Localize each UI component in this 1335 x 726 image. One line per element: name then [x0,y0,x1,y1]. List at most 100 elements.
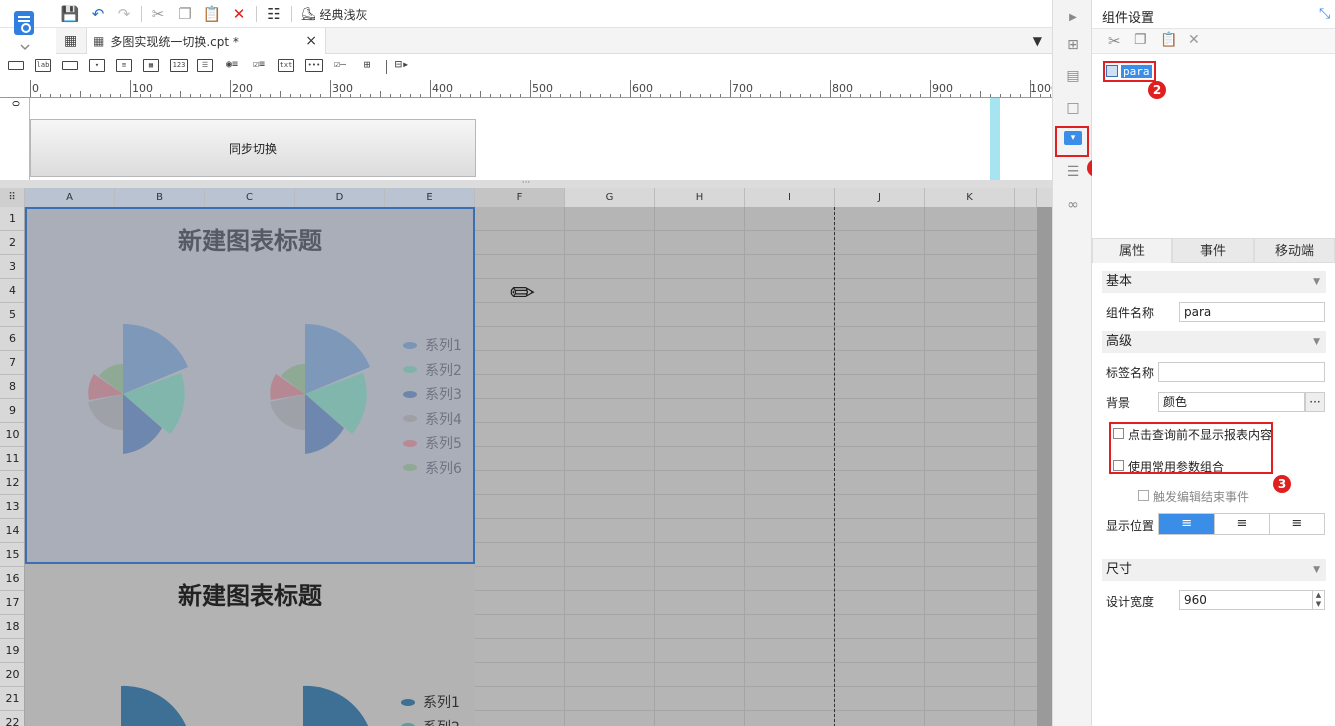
row-header-cell[interactable]: 14 [0,519,25,543]
number-icon[interactable]: 123 [170,59,188,72]
column-header-cell[interactable]: K [925,188,1015,207]
more-widgets-icon[interactable]: ⊟▸ [394,58,410,72]
section-size[interactable]: 尺寸 ▼ [1102,559,1326,581]
vertical-ruler: 0 [12,98,30,180]
tab-menu-icon[interactable]: ▼ [1033,34,1042,48]
rect-icon[interactable] [8,61,24,70]
row-header-cell[interactable]: 4 [0,279,25,303]
classic-gray-button[interactable]: ⛸ 经典浅灰 [300,5,368,23]
form-icon[interactable]: ≡ [116,59,132,72]
cut-icon[interactable]: ✂ [148,5,168,23]
password-icon[interactable]: ••• [305,59,323,72]
ruler-tick [810,94,811,97]
section-advanced[interactable]: 高级 ▼ [1102,331,1326,353]
row-header-cell[interactable]: 2 [0,231,25,255]
checkbox-group-icon[interactable]: ☑≡ [251,59,267,72]
chart-block-1[interactable]: 新建图表标题 系列1 系列2 系列3 系列4 系列5 系列6 [25,207,475,564]
select-all-corner[interactable]: ⠿ [0,188,25,207]
column-header-cell[interactable]: I [745,188,835,207]
preview-icon[interactable]: ☷ [264,5,284,23]
radio-group-icon[interactable]: ◉≡ [224,59,240,72]
align-right-icon[interactable]: ≡ [1268,514,1324,534]
row-header-cell[interactable]: 16 [0,567,25,591]
paste-icon[interactable]: 📋 [1160,32,1177,48]
align-center-icon[interactable]: ≡ [1214,514,1268,534]
redo-icon[interactable]: ↷ [114,5,134,23]
section-basic[interactable]: 基本 ▼ [1102,271,1326,293]
link-icon[interactable]: ∞ [1063,195,1083,215]
row-header-cell[interactable]: 13 [0,495,25,519]
column-header-cell[interactable]: D [295,188,385,207]
tab-events[interactable]: 事件 [1172,238,1254,263]
vertical-scrollbar[interactable] [1037,207,1052,726]
undo-icon[interactable]: ↶ [88,5,108,23]
combo-icon[interactable]: ▾ [89,59,105,72]
textbox-icon[interactable] [62,61,78,70]
tag-name-input[interactable] [1158,362,1325,382]
delete-icon[interactable]: ✕ [1188,32,1200,48]
width-stepper[interactable]: ▲ ▼ [1313,590,1325,610]
frame-icon[interactable]: □ [1063,98,1083,118]
tab-mobile[interactable]: 移动端 [1254,238,1335,263]
widget-toolbar: lab ▾ ≡ ▦ 123 ☰ ◉≡ ☑≡ txt ••• ☑– ⊞ ⊟▸ [0,54,1052,80]
grid-view-icon[interactable]: ▦ [64,33,80,49]
delete-icon[interactable]: ✕ [229,5,249,23]
ruler-tick [480,91,481,97]
column-header-cell[interactable]: F [475,188,565,207]
copy-icon[interactable]: ❐ [175,5,195,23]
chart-block-2[interactable]: 新建图表标题 系列1 系列2 [25,564,475,726]
table-icon[interactable]: ▦ [143,59,159,72]
layout-icon[interactable]: ⊞ [1063,35,1083,55]
row-header-cell[interactable]: 10 [0,423,25,447]
row-header-cell[interactable]: 8 [0,375,25,399]
column-header-cell[interactable]: J [835,188,925,207]
tab-properties[interactable]: 属性 [1092,238,1172,263]
column-header-cell[interactable]: A [25,188,115,207]
component-name-input[interactable]: para [1179,302,1325,322]
row-header-cell[interactable]: 11 [0,447,25,471]
design-width-input[interactable]: 960 [1179,590,1313,610]
save-icon[interactable]: 💾 [60,5,80,23]
expand-arrow-icon[interactable]: ▶ [1063,8,1083,28]
background-more-button[interactable]: ··· [1305,392,1325,412]
row-header-cell[interactable]: 1 [0,207,25,231]
column-header-cell[interactable]: C [205,188,295,207]
ruler-tick [630,80,631,97]
row-header-cell[interactable]: 3 [0,255,25,279]
pane-splitter[interactable]: ··· [0,179,1052,188]
copy-icon[interactable]: ❐ [1134,32,1147,48]
row-header-cell[interactable]: 20 [0,663,25,687]
align-left-icon[interactable]: ≡ [1159,514,1215,534]
column-header-cell[interactable]: E [385,188,475,207]
sync-switch-button[interactable]: 同步切换 [30,119,476,177]
label-icon[interactable]: lab [35,59,51,72]
tab-close-icon[interactable]: × [305,33,317,49]
row-header-cell[interactable]: 19 [0,639,25,663]
textarea-icon[interactable]: ☰ [197,59,213,72]
column-header-cell[interactable]: G [565,188,655,207]
column-header-cell[interactable]: H [655,188,745,207]
chart-widget-icon[interactable]: ▤ [1063,66,1083,86]
cut-icon[interactable]: ✂ [1108,32,1121,50]
row-header-cell[interactable]: 7 [0,351,25,375]
checkbox-icon[interactable]: ☑– [332,59,348,72]
background-input[interactable]: 颜色 [1158,392,1305,412]
tree-icon[interactable]: ⊞ [359,59,375,72]
paste-icon[interactable]: 📋 [202,5,222,23]
tab-layout-icon[interactable]: ☰ [1063,162,1083,182]
trigger-edit-end-checkbox[interactable] [1138,490,1149,501]
row-header-cell[interactable]: 17 [0,591,25,615]
row-header-cell[interactable]: 18 [0,615,25,639]
collapse-icon[interactable]: ⤡ [1319,6,1330,22]
row-header-cell[interactable]: 12 [0,471,25,495]
row-header-cell[interactable]: 15 [0,543,25,567]
row-header-cell[interactable]: 5 [0,303,25,327]
row-header-cell[interactable]: 6 [0,327,25,351]
row-header-cell[interactable]: 22 [0,711,25,726]
column-header-cell[interactable]: B [115,188,205,207]
file-tab[interactable]: ▦ 多图实现统一切换.cpt * × [86,28,326,54]
row-header-cell[interactable]: 9 [0,399,25,423]
app-logo[interactable] [10,5,40,53]
row-header-cell[interactable]: 21 [0,687,25,711]
text-icon[interactable]: txt [278,59,294,72]
